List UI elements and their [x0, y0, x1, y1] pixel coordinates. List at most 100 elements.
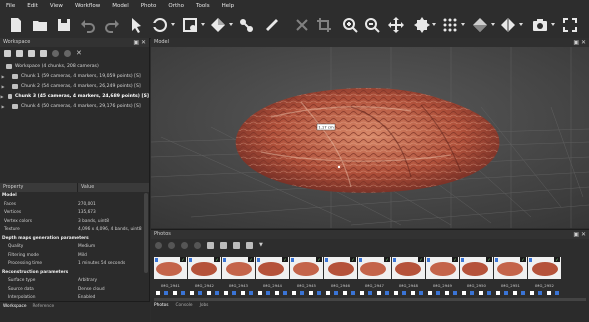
menu-tools[interactable]: Tools	[196, 3, 210, 9]
measure-icon[interactable]	[262, 16, 282, 34]
property-row[interactable]: Processing time 1 minutes 54 seconds	[0, 260, 149, 269]
tab-workspace[interactable]: Workspace	[3, 304, 27, 309]
ruler-icon[interactable]	[236, 16, 256, 34]
undo-icon[interactable]	[78, 16, 98, 34]
save-icon[interactable]	[54, 16, 74, 34]
photo-thumbnail[interactable]: ✓ IMG_2941	[154, 254, 187, 300]
texture-view-icon[interactable]	[498, 16, 518, 34]
add-folder-icon[interactable]	[28, 49, 35, 57]
panel-controls-icon[interactable]: ▣ ✕	[133, 38, 146, 47]
tree-chunk-active[interactable]: ▶ Chunk 3 (45 cameras, 4 markers, 24,689 …	[0, 91, 149, 101]
rotate-left-icon[interactable]	[207, 241, 214, 249]
model-canvas[interactable]: 1.17 cm	[151, 47, 589, 228]
property-row[interactable]: Vertex colors 3 bands, uint8	[0, 218, 149, 227]
menu-edit[interactable]: Edit	[27, 3, 38, 9]
redo-icon[interactable]	[102, 16, 122, 34]
disable-icon[interactable]	[64, 49, 71, 57]
property-value: Mild	[78, 252, 87, 258]
tab-reference[interactable]: Reference	[33, 304, 55, 309]
property-row[interactable]: Interpolation Enabled	[0, 294, 149, 301]
photo-thumbnail[interactable]: ✓ IMG_2951	[494, 254, 527, 300]
menu-file[interactable]: File	[6, 3, 15, 9]
menu-photo[interactable]: Photo	[141, 3, 157, 9]
photo-thumbnail[interactable]: ✓ IMG_2948	[392, 254, 425, 300]
photo-image: ✓	[358, 257, 391, 279]
menu-help[interactable]: Help	[222, 3, 235, 9]
open-icon[interactable]	[30, 16, 50, 34]
property-row[interactable]: Filtering mode Mild	[0, 252, 149, 261]
workspace-toolbar: ✕	[0, 47, 149, 59]
new-icon[interactable]	[6, 16, 26, 34]
model-view[interactable]: Model ▣ ✕ 1.17 cm	[151, 38, 589, 228]
panel-controls-icon[interactable]: ▣ ✕	[573, 38, 586, 47]
photo-footer-icons	[426, 291, 459, 297]
chunk-settings-icon[interactable]	[40, 49, 47, 57]
menu-model[interactable]: Model	[112, 3, 129, 9]
chevron-down-icon[interactable]: ▼	[259, 242, 263, 248]
photo-thumbnail[interactable]: ✓ IMG_2944	[256, 254, 289, 300]
photo-thumbnail[interactable]: ✓ IMG_2942	[188, 254, 221, 300]
reset-camera-icon[interactable]	[168, 241, 175, 249]
property-section[interactable]: Depth maps generation parameters	[0, 235, 149, 244]
disable-camera-icon[interactable]	[194, 241, 201, 249]
zoom-in-icon[interactable]	[340, 16, 360, 34]
rotate-icon[interactable]	[150, 16, 170, 34]
add-chunk-icon[interactable]	[4, 49, 11, 57]
flag-icon	[325, 258, 328, 262]
menu-ortho[interactable]: Ortho	[168, 3, 184, 9]
photo-thumbnail[interactable]: ✓ IMG_2945	[290, 254, 323, 300]
tree-chunk[interactable]: ▶ Chunk 1 (59 cameras, 4 markers, 19,059 …	[0, 71, 149, 81]
aligned-check-icon: ✓	[418, 257, 424, 262]
select-icon[interactable]	[180, 16, 200, 34]
model-view-icon[interactable]	[470, 16, 490, 34]
property-value: Enabled	[78, 295, 96, 300]
tree-root[interactable]: Workspace (4 chunks, 208 cameras)	[0, 61, 149, 71]
thumbnail-size-icon[interactable]	[246, 241, 253, 249]
photo-label: IMG_2945	[297, 283, 316, 288]
photo-thumbnail[interactable]: ✓ IMG_2946	[324, 254, 357, 300]
property-row[interactable]: Vertices 135,673	[0, 209, 149, 218]
rotate-right-icon[interactable]	[220, 241, 227, 249]
camera-icon[interactable]	[530, 16, 550, 34]
photo-thumbnail[interactable]: ✓ IMG_2950	[460, 254, 493, 300]
photo-thumbnail[interactable]: ✓ IMG_2943	[222, 254, 255, 300]
move-icon[interactable]	[386, 16, 406, 34]
property-section[interactable]: Reconstruction parameters	[0, 269, 149, 278]
tree-chunk[interactable]: ▶ Chunk 2 (54 cameras, 4 markers, 26,249 …	[0, 81, 149, 91]
enable-icon[interactable]	[52, 49, 59, 57]
tab-photos[interactable]: Photos	[154, 303, 169, 308]
tab-jobs[interactable]: Jobs	[200, 303, 209, 308]
shape-icon[interactable]	[208, 16, 228, 34]
remove-camera-icon[interactable]	[155, 241, 162, 249]
flag-icon	[393, 258, 396, 262]
zoom-out-icon[interactable]	[362, 16, 382, 34]
photo-thumbnail[interactable]: ✓ IMG_2949	[426, 254, 459, 300]
properties-scrollbar[interactable]	[144, 193, 148, 273]
add-photos-icon[interactable]	[16, 49, 23, 57]
grid-icon[interactable]	[440, 16, 460, 34]
navigation-icon[interactable]	[126, 16, 146, 34]
property-row[interactable]: Surface type Arbitrary	[0, 277, 149, 286]
fullscreen-icon[interactable]	[560, 16, 580, 34]
menu-view[interactable]: View	[50, 3, 63, 9]
photo-thumbnail[interactable]: ✓ IMG_2947	[358, 254, 391, 300]
tree-chunk[interactable]: ▶ Chunk 4 (50 cameras, 4 markers, 29,176 …	[0, 101, 149, 111]
property-row[interactable]: Faces 270,001	[0, 201, 149, 210]
panel-controls-icon[interactable]: ▣ ✕	[573, 230, 586, 239]
delete-icon[interactable]	[292, 16, 312, 34]
crop-icon[interactable]	[314, 16, 334, 34]
menu-workflow[interactable]: Workflow	[75, 3, 100, 9]
pan-icon[interactable]	[412, 16, 432, 34]
property-row[interactable]: Texture 4,096 x 4,096, 4 bands, uint8	[0, 226, 149, 235]
marker-point[interactable]	[337, 165, 341, 169]
property-row[interactable]: Quality Medium	[0, 243, 149, 252]
remove-icon[interactable]: ✕	[76, 49, 82, 57]
photo-thumbnail[interactable]: ✓ IMG_2952	[528, 254, 561, 300]
view-mode-icon[interactable]	[233, 241, 240, 249]
enable-camera-icon[interactable]	[181, 241, 188, 249]
flag-icon	[291, 258, 294, 262]
aligned-check-icon: ✓	[554, 257, 560, 262]
property-row[interactable]: Source data Dense cloud	[0, 286, 149, 295]
property-section[interactable]: Model	[0, 192, 149, 201]
tab-console[interactable]: Console	[176, 303, 193, 308]
